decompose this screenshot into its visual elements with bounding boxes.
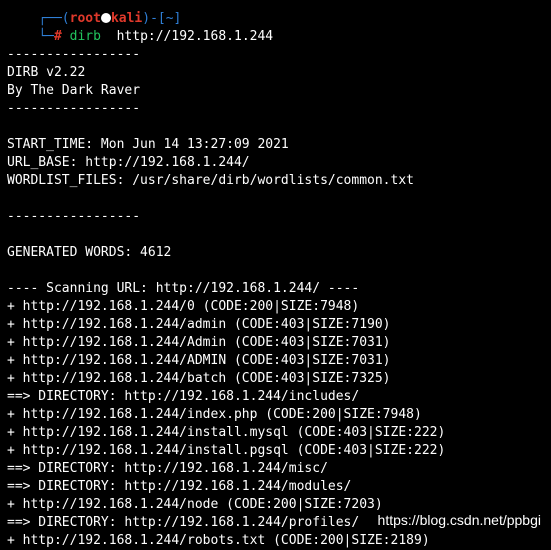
separator: ----------------- (7, 47, 141, 62)
scan-result-line: + http://192.168.1.244/admin (CODE:403|S… (7, 317, 391, 332)
url-base: URL_BASE: http://192.168.1.244/ (7, 155, 250, 170)
generated-words: GENERATED WORDS: 4612 (7, 245, 172, 260)
scan-result-line: + http://192.168.1.244/batch (CODE:403|S… (7, 371, 391, 386)
scan-result-line: + http://192.168.1.244/install.mysql (CO… (7, 425, 446, 440)
dirb-version: DIRB v2.22 (7, 65, 86, 80)
start-time: START_TIME: Mon Jun 14 13:27:09 2021 (7, 137, 289, 152)
command-argument: http://192.168.1.244 (116, 29, 274, 44)
directory-line: ==> DIRECTORY: http://192.168.1.244/misc… (7, 461, 328, 476)
separator: ----------------- (7, 209, 141, 224)
prompt-frame-bottom: └─ (38, 29, 54, 44)
scan-result-line: + http://192.168.1.244/node (CODE:200|SI… (7, 497, 383, 512)
command-line: └─# dirb http://192.168.1.244 (7, 10, 273, 44)
scan-result-line: + http://192.168.1.244/0 (CODE:200|SIZE:… (7, 299, 360, 314)
directory-line: ==> DIRECTORY: http://192.168.1.244/incl… (7, 389, 360, 404)
dirb-author: By The Dark Raver (7, 83, 141, 98)
scan-result-line: + http://192.168.1.244/ADMIN (CODE:403|S… (7, 353, 391, 368)
command-name: dirb (69, 29, 101, 44)
directory-line: ==> DIRECTORY: http://192.168.1.244/prof… (7, 515, 360, 530)
directory-line: ==> DIRECTORY: http://192.168.1.244/modu… (7, 479, 352, 494)
watermark: https://blog.csdn.net/ppbgi (377, 512, 541, 528)
separator: ----------------- (7, 101, 141, 116)
scan-result-line: + http://192.168.1.244/index.php (CODE:2… (7, 407, 422, 422)
scan-result-line: + http://192.168.1.244/install.pgsql (CO… (7, 443, 446, 458)
prompt-header-line: ┌──(root kali)-[~] (7, 0, 181, 26)
scan-result-line: + http://192.168.1.244/Admin (CODE:403|S… (7, 335, 391, 350)
scanning-header: ---- Scanning URL: http://192.168.1.244/… (7, 281, 360, 296)
scan-result-line: + http://192.168.1.244/robots.txt (CODE:… (7, 533, 430, 548)
wordlist-files: WORDLIST_FILES: /usr/share/dirb/wordlist… (7, 173, 414, 188)
prompt-hash: # (53, 29, 62, 44)
